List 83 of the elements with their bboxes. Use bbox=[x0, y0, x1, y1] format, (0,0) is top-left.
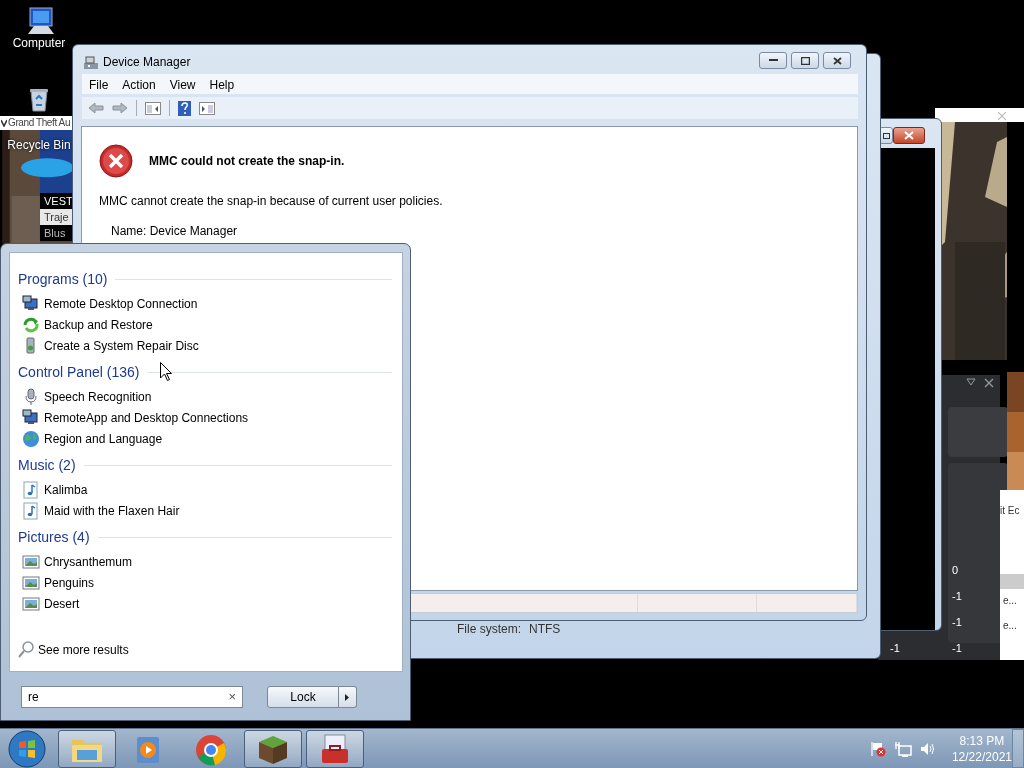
image-icon bbox=[22, 552, 40, 571]
group-heading[interactable]: Control Panel (136) bbox=[18, 361, 140, 383]
search-icon bbox=[18, 641, 34, 659]
name-text: Name: Device Manager bbox=[111, 223, 238, 240]
maximize-icon bbox=[800, 56, 810, 65]
window-title: Device Manager bbox=[103, 54, 191, 71]
minimize-button[interactable] bbox=[759, 52, 787, 69]
menu-item[interactable]: File bbox=[82, 74, 116, 94]
dropdown-icon[interactable] bbox=[966, 378, 976, 386]
taskbar-button[interactable] bbox=[244, 729, 302, 768]
tree-pane-icon[interactable] bbox=[145, 101, 161, 115]
desktop-icon-label[interactable]: Computer bbox=[12, 36, 66, 50]
taskbar-button[interactable] bbox=[306, 729, 364, 768]
value-text: -1 bbox=[952, 615, 962, 630]
field-value: NTFS bbox=[529, 621, 561, 638]
group-heading[interactable]: Music (2) bbox=[18, 454, 76, 476]
error-icon bbox=[99, 144, 133, 178]
result-item[interactable]: Create a System Repair Disc bbox=[44, 336, 199, 355]
image-icon bbox=[22, 594, 40, 613]
cursor-icon bbox=[160, 362, 172, 381]
value-text: -1 bbox=[890, 641, 900, 656]
result-item[interactable]: Remote Desktop Connection bbox=[44, 294, 198, 313]
list-text: e... bbox=[1003, 594, 1017, 608]
lock-button[interactable]: Lock bbox=[267, 686, 339, 708]
error-message: MMC cannot create the snap-in because of current user policies. bbox=[99, 193, 443, 210]
close-button[interactable] bbox=[893, 127, 925, 144]
value-text: -1 bbox=[952, 641, 962, 656]
maximize-button[interactable] bbox=[791, 52, 819, 69]
action-pane-icon[interactable] bbox=[199, 101, 215, 115]
result-item[interactable]: Kalimba bbox=[44, 480, 88, 499]
list-text: it Ec bbox=[1000, 504, 1020, 518]
result-item[interactable]: Penguins bbox=[44, 573, 95, 592]
windows-logo-icon bbox=[8, 729, 46, 768]
see-more-link[interactable]: See more results bbox=[38, 641, 129, 659]
value-text: 0 bbox=[952, 563, 959, 578]
power-options-button[interactable] bbox=[339, 686, 357, 708]
panel bbox=[948, 407, 1008, 457]
device-manager-icon bbox=[83, 54, 99, 70]
close-button[interactable] bbox=[823, 52, 851, 69]
music-note-icon bbox=[22, 501, 40, 520]
window-title: Grand Theft Au bbox=[8, 117, 71, 129]
row-highlight bbox=[1000, 574, 1024, 589]
music-note-icon bbox=[22, 480, 40, 499]
globe-icon bbox=[22, 429, 40, 448]
flag-icon[interactable] bbox=[869, 740, 886, 757]
group-heading[interactable]: Pictures (4) bbox=[18, 526, 90, 548]
result-item[interactable]: Backup and Restore bbox=[44, 315, 153, 334]
recycle-bin-icon bbox=[29, 88, 49, 112]
monitor-icon bbox=[22, 408, 40, 427]
caret-icon bbox=[345, 693, 349, 701]
menu-item[interactable]: Action bbox=[115, 74, 163, 94]
value-text: -1 bbox=[952, 589, 962, 604]
volume-icon[interactable] bbox=[919, 741, 936, 756]
result-item[interactable]: Chrysanthemum bbox=[44, 552, 133, 571]
result-item[interactable]: Desert bbox=[44, 594, 80, 613]
list-text: e... bbox=[1003, 619, 1017, 633]
network-icon[interactable] bbox=[893, 740, 912, 757]
clear-button[interactable]: × bbox=[228, 687, 236, 707]
restore-icon bbox=[882, 132, 890, 139]
monitor-icon bbox=[22, 294, 40, 313]
minimize-icon bbox=[768, 59, 778, 62]
help-icon[interactable] bbox=[178, 100, 191, 116]
app-icon bbox=[1, 119, 7, 127]
close-icon bbox=[998, 112, 1006, 120]
desktop-icon-label[interactable]: Recycle Bin bbox=[7, 138, 71, 152]
microphone-icon bbox=[22, 387, 40, 406]
group-heading[interactable]: Programs (10) bbox=[18, 268, 108, 290]
field-label: File system: bbox=[457, 621, 521, 638]
result-item[interactable]: RemoteApp and Desktop Connections bbox=[44, 408, 249, 427]
result-item[interactable]: Speech Recognition bbox=[44, 387, 152, 406]
close-icon bbox=[904, 131, 914, 140]
close-icon bbox=[832, 56, 842, 65]
error-title: MMC could not create the snap-in. bbox=[149, 153, 345, 170]
menu-item[interactable]: View bbox=[162, 74, 203, 94]
result-item[interactable]: Region and Language bbox=[44, 429, 163, 448]
menu-item[interactable]: Help bbox=[202, 74, 242, 94]
taskbar-button[interactable] bbox=[58, 729, 116, 768]
search-field[interactable]: re × bbox=[21, 686, 243, 708]
close-icon[interactable] bbox=[984, 378, 994, 388]
start-button[interactable] bbox=[8, 729, 46, 768]
image-icon bbox=[22, 573, 40, 592]
recycle-arrows-icon bbox=[22, 315, 40, 334]
result-item[interactable]: Maid with the Flaxen Hair bbox=[44, 501, 180, 520]
